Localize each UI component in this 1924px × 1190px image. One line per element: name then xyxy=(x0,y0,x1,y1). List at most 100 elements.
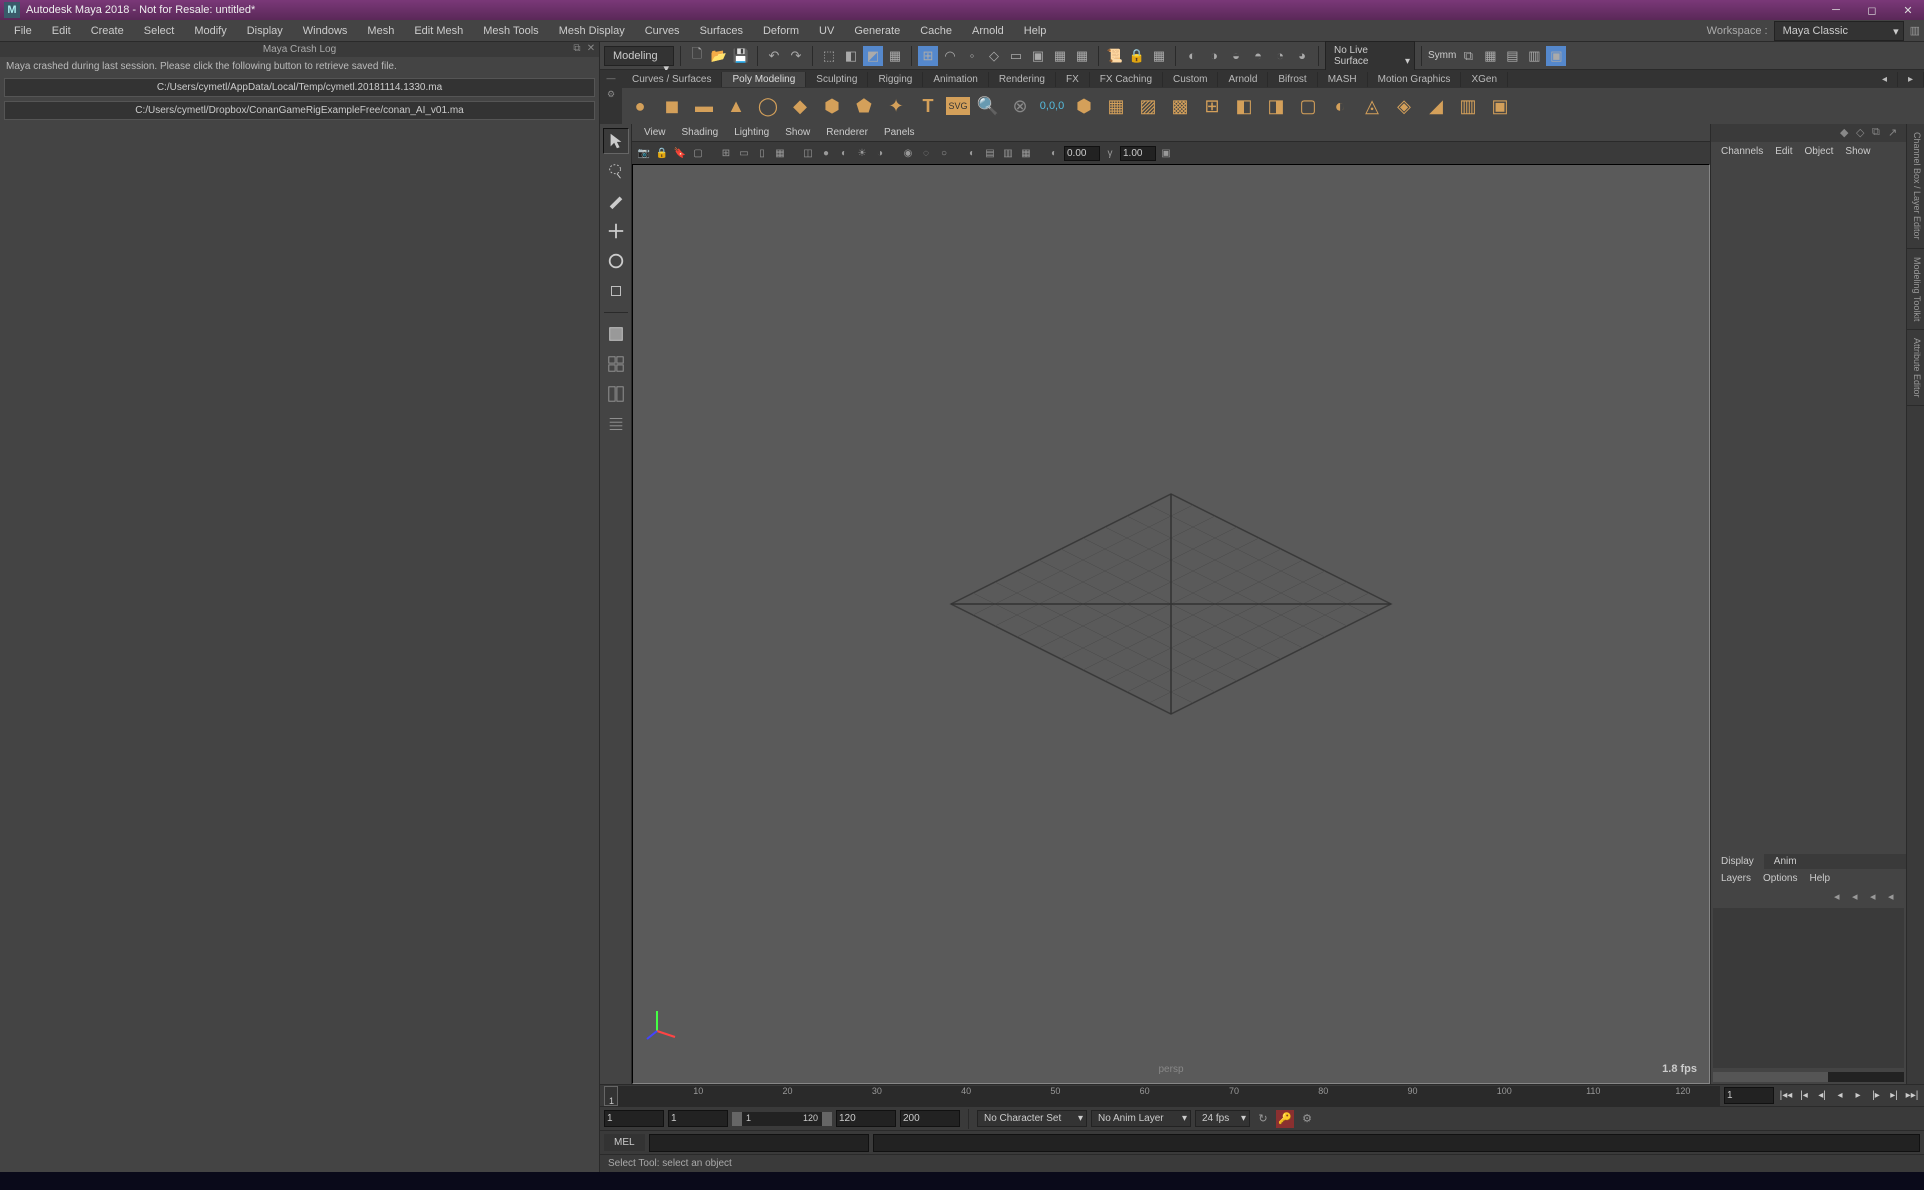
menu-uv[interactable]: UV xyxy=(809,22,844,40)
close-panel-icon[interactable]: ✕ xyxy=(585,43,597,55)
sculpt-icon[interactable]: ◐ xyxy=(1326,92,1354,120)
vp-grid-icon[interactable]: ⊞ xyxy=(718,145,734,161)
close-button[interactable]: ✕ xyxy=(1896,2,1920,18)
outliner-icon[interactable] xyxy=(603,411,629,437)
step-forward-icon[interactable]: |▸ xyxy=(1868,1088,1884,1104)
shelf-collapse-icon[interactable]: — xyxy=(600,70,622,86)
viewport-3d[interactable]: persp 1.8 fps xyxy=(632,164,1710,1084)
menu-surfaces[interactable]: Surfaces xyxy=(690,22,753,40)
rotate-tool[interactable] xyxy=(603,248,629,274)
menu-deform[interactable]: Deform xyxy=(753,22,809,40)
vp-textured-icon[interactable]: ◐ xyxy=(836,145,852,161)
vp-wireframe-icon[interactable]: ◫ xyxy=(800,145,816,161)
layer-add-icon[interactable]: ◂ xyxy=(1870,890,1884,904)
menu-display[interactable]: Display xyxy=(237,22,293,40)
vp-menu-shading[interactable]: Shading xyxy=(674,125,727,140)
extract-icon[interactable]: ▨ xyxy=(1134,92,1162,120)
minimize-button[interactable]: ─ xyxy=(1824,2,1848,18)
menu-arnold[interactable]: Arnold xyxy=(962,22,1014,40)
shelf-tab-arnold[interactable]: Arnold xyxy=(1218,72,1268,87)
vp-color-mgmt-icon[interactable]: ▣ xyxy=(1158,145,1174,161)
snap-point-icon[interactable]: ◦ xyxy=(962,46,982,66)
render-settings-icon[interactable]: ◒ xyxy=(1226,46,1246,66)
soft-select-icon[interactable]: ⊗ xyxy=(1006,92,1034,120)
step-back-key-icon[interactable]: |◂ xyxy=(1796,1088,1812,1104)
cb-menu-object[interactable]: Object xyxy=(1799,144,1840,159)
snap-grid-icon[interactable]: ⊞ xyxy=(918,46,938,66)
shelf-menu-icon[interactable]: ⚙ xyxy=(600,86,622,102)
last-tool[interactable] xyxy=(603,321,629,347)
menu-generate[interactable]: Generate xyxy=(844,22,910,40)
cb-menu-edit[interactable]: Edit xyxy=(1769,144,1798,159)
vp-menu-panels[interactable]: Panels xyxy=(876,125,923,140)
menu-mesh-tools[interactable]: Mesh Tools xyxy=(473,22,548,40)
layout-2view-icon[interactable] xyxy=(603,381,629,407)
select-template-icon[interactable]: ▦ xyxy=(885,46,905,66)
select-object-icon[interactable]: ◧ xyxy=(841,46,861,66)
vp-resolution-gate-icon[interactable]: ▯ xyxy=(754,145,770,161)
cb-hbtn-2-icon[interactable]: ◇ xyxy=(1856,126,1870,140)
range-handle-end[interactable] xyxy=(822,1112,832,1126)
menu-edit-mesh[interactable]: Edit Mesh xyxy=(404,22,473,40)
shelf-tab-animation[interactable]: Animation xyxy=(923,72,988,87)
select-component-icon[interactable]: ◩ xyxy=(863,46,883,66)
lasso-tool[interactable] xyxy=(603,158,629,184)
shelf-tab-fxcache[interactable]: FX Caching xyxy=(1090,72,1163,87)
render-view-icon[interactable]: ◔ xyxy=(1270,46,1290,66)
bevel-icon[interactable]: ◢ xyxy=(1422,92,1450,120)
svg-icon[interactable]: SVG xyxy=(946,97,970,115)
menu-select[interactable]: Select xyxy=(134,22,185,40)
timeline-cursor[interactable]: 1 xyxy=(604,1086,618,1106)
cmd-input[interactable] xyxy=(649,1134,869,1152)
cb-hbtn-4-icon[interactable]: ↗ xyxy=(1888,126,1902,140)
panel-layout-4-icon[interactable]: ▣ xyxy=(1546,46,1566,66)
vp-bookmark-icon[interactable]: 🔖 xyxy=(672,145,688,161)
menu-windows[interactable]: Windows xyxy=(293,22,358,40)
combine-icon[interactable]: ⬢ xyxy=(1070,92,1098,120)
shelf-tab-rigging[interactable]: Rigging xyxy=(868,72,923,87)
new-scene-icon[interactable]: 🗋 xyxy=(687,46,707,66)
playback-end-input[interactable] xyxy=(836,1110,896,1127)
vp-gate-mask-icon[interactable]: ▦ xyxy=(772,145,788,161)
menu-file[interactable]: File xyxy=(4,22,42,40)
snap-curve-icon[interactable]: ◠ xyxy=(940,46,960,66)
reset-transform-icon[interactable]: 0,0,0 xyxy=(1038,92,1066,120)
vp-film-gate-icon[interactable]: ▭ xyxy=(736,145,752,161)
play-backward-icon[interactable]: ◂ xyxy=(1832,1088,1848,1104)
shelf-nav-right-icon[interactable]: ▸ xyxy=(1898,72,1924,87)
timeline-ruler[interactable]: 1 10 20 30 40 50 60 70 80 90 100 110 120 xyxy=(604,1086,1720,1106)
shelf-tab-sculpting[interactable]: Sculpting xyxy=(806,72,868,87)
shelf-tab-fx[interactable]: FX xyxy=(1056,72,1090,87)
menu-create[interactable]: Create xyxy=(81,22,134,40)
poly-disc-icon[interactable]: ⬢ xyxy=(818,92,846,120)
layout-4view-icon[interactable] xyxy=(603,351,629,377)
triangulate-icon[interactable]: ◬ xyxy=(1358,92,1386,120)
layer-move-up-icon[interactable]: ◂ xyxy=(1834,890,1848,904)
character-set-dropdown[interactable]: No Character Set xyxy=(977,1110,1087,1127)
shelf-nav-left-icon[interactable]: ◂ xyxy=(1872,72,1898,87)
symmetry-label[interactable]: Symm xyxy=(1428,50,1456,61)
menu-mesh-display[interactable]: Mesh Display xyxy=(549,22,635,40)
sidebar-tab-channelbox[interactable]: Channel Box / Layer Editor xyxy=(1907,124,1924,249)
menu-cache[interactable]: Cache xyxy=(910,22,962,40)
range-slider[interactable]: 1 120 xyxy=(732,1112,832,1126)
vp-lock-camera-icon[interactable]: 🔒 xyxy=(654,145,670,161)
play-forward-icon[interactable]: ▸ xyxy=(1850,1088,1866,1104)
prefs-icon[interactable]: ⚙ xyxy=(1298,1110,1316,1128)
layer-new-icon[interactable]: ◂ xyxy=(1888,890,1902,904)
vp-xray-icon[interactable]: ◌ xyxy=(918,145,934,161)
vp-exposure-input[interactable] xyxy=(1064,146,1100,161)
vp-motion-blur-icon[interactable]: ▤ xyxy=(982,145,998,161)
vp-ao-icon[interactable]: ◐ xyxy=(964,145,980,161)
poly-plane-icon[interactable]: ◆ xyxy=(786,92,814,120)
undock-icon[interactable]: ⧉ xyxy=(571,43,583,55)
layer-menu-layers[interactable]: Layers xyxy=(1715,871,1757,886)
menu-set-dropdown[interactable]: Modeling xyxy=(604,46,674,66)
auto-key-icon[interactable]: 🔑 xyxy=(1276,1110,1294,1128)
sidebar-tab-attribute[interactable]: Attribute Editor xyxy=(1907,330,1924,407)
vp-menu-view[interactable]: View xyxy=(636,125,674,140)
layer-move-down-icon[interactable]: ◂ xyxy=(1852,890,1866,904)
sidebar-toggle-icon[interactable]: ▥ xyxy=(1910,24,1920,37)
vp-xray-joints-icon[interactable]: ○ xyxy=(936,145,952,161)
vp-shadows-icon[interactable]: ◑ xyxy=(872,145,888,161)
